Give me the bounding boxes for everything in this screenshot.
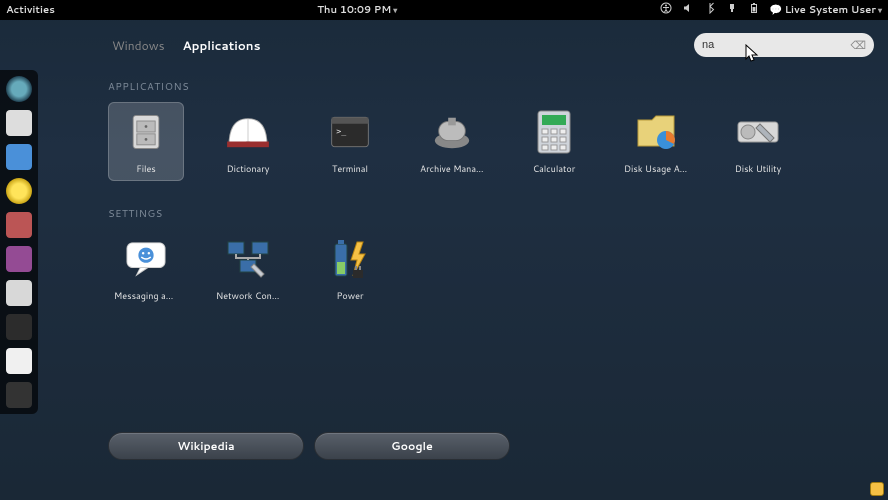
app-dictionary[interactable]: Dictionary (210, 102, 286, 181)
app-disk-usage-analyzer[interactable]: Disk Usage Analyzer (618, 102, 694, 181)
dock-trash[interactable] (6, 382, 32, 408)
app-calculator[interactable]: Calculator (516, 102, 592, 181)
messaging-icon (122, 235, 170, 283)
chat-status-icon (770, 3, 782, 17)
dock-mail[interactable] (6, 110, 32, 136)
app-label: Disk Utility (726, 162, 790, 175)
power-icon (326, 235, 374, 283)
user-menu[interactable]: Live System User (770, 3, 882, 17)
tab-applications[interactable]: Applications (183, 37, 261, 54)
overview-content: APPLICATIONS Files Dictionary >_ Termina… (108, 80, 868, 480)
volume-icon[interactable] (682, 2, 694, 18)
search-providers: Wikipedia Google (108, 432, 510, 460)
dock-archive[interactable] (6, 246, 32, 272)
disk-usage-icon (632, 108, 680, 156)
search-input[interactable] (702, 39, 846, 51)
tab-windows[interactable]: Windows (112, 37, 165, 54)
section-settings-label: SETTINGS (108, 207, 868, 221)
dock-text-editor[interactable] (6, 280, 32, 306)
notification-badge[interactable] (870, 482, 884, 496)
clock[interactable]: Thu 10:09 PM (55, 3, 660, 17)
network-icon[interactable] (726, 2, 738, 18)
dock-terminal[interactable] (6, 314, 32, 340)
app-label: Disk Usage Analyzer (624, 162, 688, 175)
app-label: Terminal (318, 162, 382, 175)
activities-button[interactable]: Activities (6, 3, 55, 17)
svg-text:>_: >_ (336, 126, 346, 136)
files-icon (122, 108, 170, 156)
network-connections-icon (224, 235, 272, 283)
clear-search-icon[interactable]: ⌫ (850, 37, 866, 53)
battery-icon[interactable] (748, 2, 760, 18)
settings-messaging[interactable]: Messaging and VoIP A… (108, 229, 184, 308)
search-provider-google[interactable]: Google (314, 432, 510, 460)
settings-power[interactable]: Power (312, 229, 388, 308)
dock-photos[interactable] (6, 212, 32, 238)
dock-web-browser[interactable] (6, 76, 32, 102)
app-archive-manager[interactable]: Archive Manager (414, 102, 490, 181)
dock-music[interactable] (6, 178, 32, 204)
applications-grid: Files Dictionary >_ Terminal Archive Man… (108, 102, 868, 181)
settings-network-connections[interactable]: Network Connections (210, 229, 286, 308)
top-bar: Activities Thu 10:09 PM Live System User (0, 0, 888, 20)
dash-dock (0, 70, 38, 414)
app-label: Network Connections (216, 289, 280, 302)
app-label: Dictionary (216, 162, 280, 175)
search-input-wrap[interactable]: ⌫ (694, 33, 874, 57)
calculator-icon (530, 108, 578, 156)
archive-icon (428, 108, 476, 156)
app-terminal[interactable]: >_ Terminal (312, 102, 388, 181)
section-applications-label: APPLICATIONS (108, 80, 868, 94)
overview-header: Windows Applications ⌫ (0, 30, 888, 60)
app-disk-utility[interactable]: Disk Utility (720, 102, 796, 181)
settings-grid: Messaging and VoIP A… Network Connection… (108, 229, 868, 308)
app-label: Power (318, 289, 382, 302)
dock-chat[interactable] (6, 144, 32, 170)
search-provider-wikipedia[interactable]: Wikipedia (108, 432, 304, 460)
app-label: Messaging and VoIP A… (114, 289, 178, 302)
app-label: Files (114, 162, 178, 175)
app-label: Archive Manager (420, 162, 484, 175)
app-label: Calculator (522, 162, 586, 175)
terminal-icon: >_ (326, 108, 374, 156)
app-files[interactable]: Files (108, 102, 184, 181)
disk-utility-icon (734, 108, 782, 156)
accessibility-icon[interactable] (660, 2, 672, 18)
dock-files[interactable] (6, 348, 32, 374)
bluetooth-icon[interactable] (704, 2, 716, 18)
dictionary-icon (224, 108, 272, 156)
